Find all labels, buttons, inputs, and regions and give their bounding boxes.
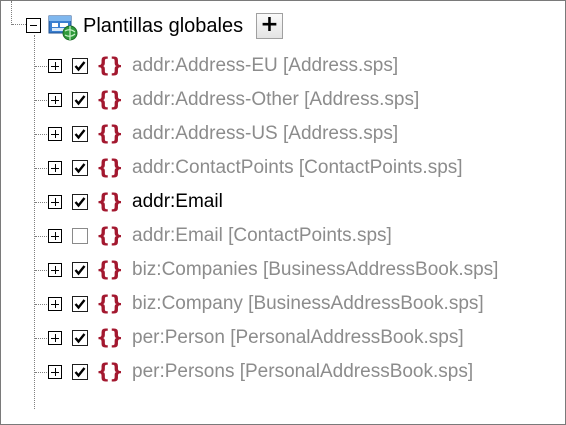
template-checkbox[interactable] xyxy=(72,296,88,312)
global-templates-icon xyxy=(48,13,78,41)
template-tree: Plantillas globales + {} addr:Address-EU … xyxy=(1,1,565,424)
add-template-button[interactable]: + xyxy=(256,13,283,39)
curly-braces-icon: {} xyxy=(96,155,124,179)
curly-braces-icon: {} xyxy=(96,189,124,213)
global-templates-node[interactable]: Plantillas globales + xyxy=(1,11,561,41)
template-checkbox[interactable] xyxy=(72,58,88,74)
template-label: biz:Company [BusinessAddressBook.sps] xyxy=(132,293,484,314)
expand-icon[interactable] xyxy=(48,297,62,311)
template-checkbox[interactable] xyxy=(72,330,88,346)
template-checkbox[interactable] xyxy=(72,228,88,244)
tree-connector xyxy=(35,66,47,67)
template-label: addr:Email xyxy=(132,191,223,212)
curly-braces-icon: {} xyxy=(96,53,124,77)
tree-connector xyxy=(35,270,47,271)
expand-icon[interactable] xyxy=(48,331,62,345)
template-item[interactable]: {} addr:ContactPoints [ContactPoints.sps] xyxy=(1,153,561,183)
tree-connector xyxy=(35,372,47,373)
expand-icon[interactable] xyxy=(48,161,62,175)
tree-connector xyxy=(35,236,47,237)
tree-connector xyxy=(35,168,47,169)
curly-braces-icon: {} xyxy=(96,257,124,281)
curly-braces-icon: {} xyxy=(96,87,124,111)
global-templates-label: Plantillas globales xyxy=(83,15,244,37)
tree-connector xyxy=(35,100,47,101)
template-item[interactable]: {} addr:Email [ContactPoints.sps] xyxy=(1,221,561,251)
template-item[interactable]: {} biz:Companies [BusinessAddressBook.sps… xyxy=(1,255,561,285)
template-label: addr:Address-EU [Address.sps] xyxy=(132,55,399,76)
curly-braces-icon: {} xyxy=(96,121,124,145)
template-checkbox[interactable] xyxy=(72,364,88,380)
collapse-icon[interactable] xyxy=(26,18,41,33)
tree-connector xyxy=(35,202,47,203)
template-label: biz:Companies [BusinessAddressBook.sps] xyxy=(132,259,499,280)
template-item[interactable]: {} per:Persons [PersonalAddressBook.sps] xyxy=(1,357,561,387)
expand-icon[interactable] xyxy=(48,195,62,209)
template-label: per:Person [PersonalAddressBook.sps] xyxy=(132,327,464,348)
template-label: addr:Address-US [Address.sps] xyxy=(132,123,399,144)
tree-connector xyxy=(35,304,47,305)
expand-icon[interactable] xyxy=(48,127,62,141)
expand-icon[interactable] xyxy=(48,263,62,277)
expand-icon[interactable] xyxy=(48,365,62,379)
template-tree-panel: Plantillas globales + {} addr:Address-EU … xyxy=(0,0,566,425)
template-checkbox[interactable] xyxy=(72,160,88,176)
curly-braces-icon: {} xyxy=(96,291,124,315)
template-item[interactable]: {} addr:Address-EU [Address.sps] xyxy=(1,51,561,81)
template-checkbox[interactable] xyxy=(72,262,88,278)
template-label: addr:Email [ContactPoints.sps] xyxy=(132,225,392,246)
expand-icon[interactable] xyxy=(48,229,62,243)
curly-braces-icon: {} xyxy=(96,359,124,383)
template-item[interactable]: {} addr:Address-Other [Address.sps] xyxy=(1,85,561,115)
template-item[interactable]: {} addr:Email xyxy=(1,187,561,217)
template-item[interactable]: {} per:Person [PersonalAddressBook.sps] xyxy=(1,323,561,353)
template-label: addr:ContactPoints [ContactPoints.sps] xyxy=(132,157,463,178)
template-checkbox[interactable] xyxy=(72,92,88,108)
template-item[interactable]: {} addr:Address-US [Address.sps] xyxy=(1,119,561,149)
curly-braces-icon: {} xyxy=(96,325,124,349)
expand-icon[interactable] xyxy=(48,59,62,73)
curly-braces-icon: {} xyxy=(96,223,124,247)
expand-icon[interactable] xyxy=(48,93,62,107)
template-checkbox[interactable] xyxy=(72,194,88,210)
template-label: addr:Address-Other [Address.sps] xyxy=(132,89,420,110)
template-label: per:Persons [PersonalAddressBook.sps] xyxy=(132,361,474,382)
template-item[interactable]: {} biz:Company [BusinessAddressBook.sps] xyxy=(1,289,561,319)
tree-connector xyxy=(35,134,47,135)
tree-connector xyxy=(35,338,47,339)
template-checkbox[interactable] xyxy=(72,126,88,142)
